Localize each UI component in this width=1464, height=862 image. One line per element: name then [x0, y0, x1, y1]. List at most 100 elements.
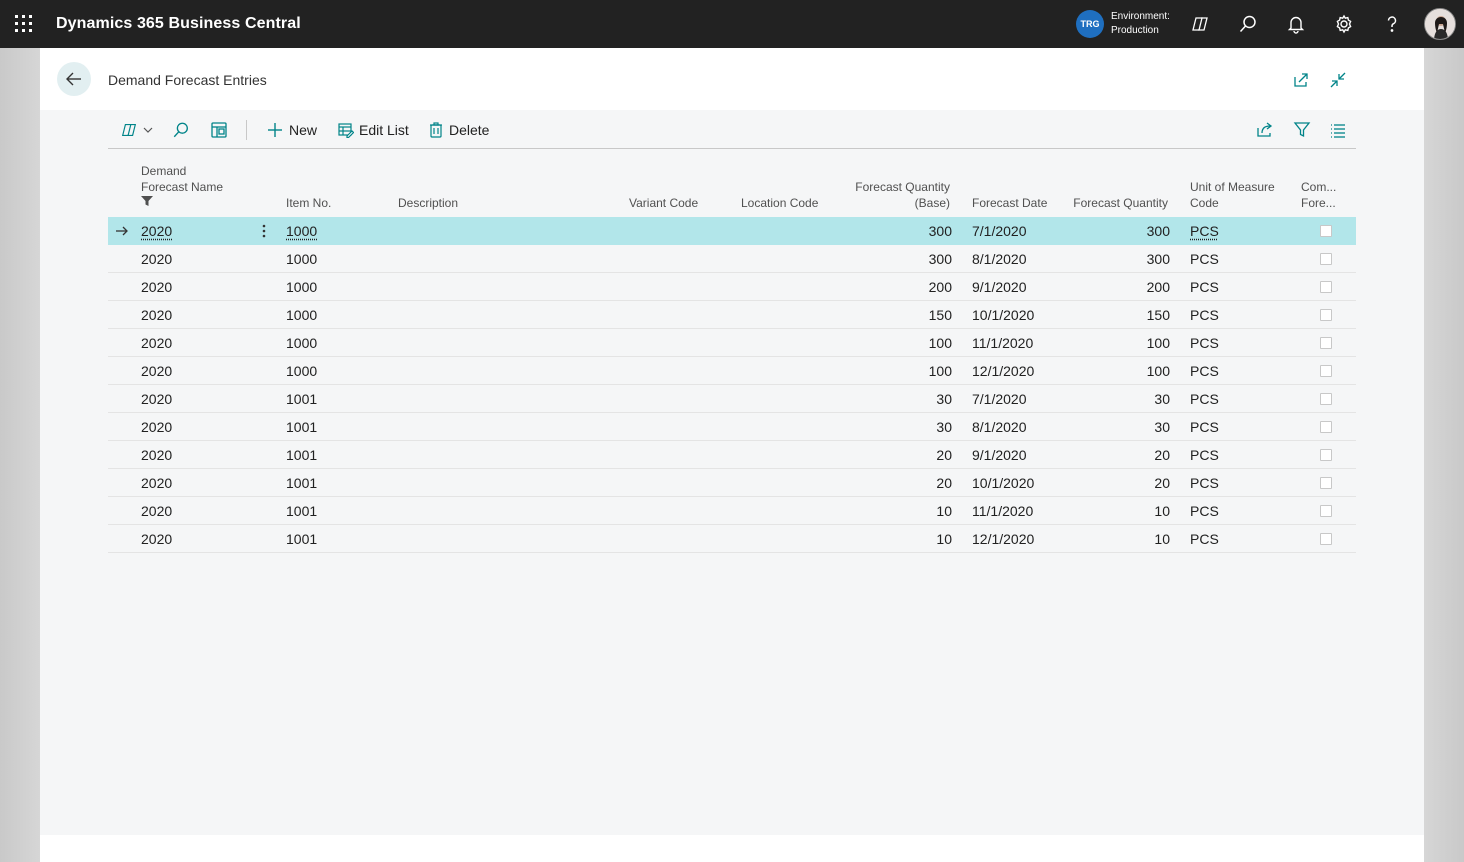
- cell-uom-code[interactable]: PCS: [1190, 385, 1219, 413]
- cell-forecast-qty-base[interactable]: 30: [936, 413, 952, 441]
- cell-forecast-date[interactable]: 8/1/2020: [972, 413, 1027, 441]
- cell-forecast-qty[interactable]: 200: [1147, 273, 1170, 301]
- cell-uom-code[interactable]: PCS: [1190, 525, 1219, 553]
- settings-button[interactable]: [1332, 12, 1356, 36]
- cell-item-no[interactable]: 1001: [286, 413, 317, 441]
- cell-forecast-qty[interactable]: 10: [1154, 497, 1170, 525]
- cell-forecast-name[interactable]: 2020: [141, 245, 172, 273]
- user-avatar[interactable]: [1424, 8, 1456, 40]
- cell-uom-code[interactable]: PCS: [1190, 245, 1219, 273]
- component-forecast-checkbox[interactable]: [1320, 365, 1332, 377]
- cell-item-no[interactable]: 1000: [286, 217, 317, 245]
- column-header-forecast-date[interactable]: Forecast Date: [972, 195, 1047, 211]
- cell-forecast-qty[interactable]: 10: [1154, 525, 1170, 553]
- cell-item-no[interactable]: 1001: [286, 469, 317, 497]
- cell-forecast-date[interactable]: 9/1/2020: [972, 273, 1027, 301]
- cell-item-no[interactable]: 1001: [286, 497, 317, 525]
- analysis-mode-button[interactable]: [210, 110, 233, 149]
- cell-uom-code[interactable]: PCS: [1190, 273, 1219, 301]
- collapse-button[interactable]: [1328, 70, 1348, 90]
- cell-forecast-name[interactable]: 2020: [141, 469, 172, 497]
- cell-forecast-date[interactable]: 12/1/2020: [972, 357, 1034, 385]
- cell-forecast-name[interactable]: 2020: [141, 441, 172, 469]
- cell-forecast-qty-base[interactable]: 100: [929, 357, 952, 385]
- table-row[interactable]: 2020 1001 30 7/1/2020 30 PCS: [108, 385, 1356, 413]
- cell-forecast-name[interactable]: 2020: [141, 301, 172, 329]
- cell-forecast-name[interactable]: 2020: [141, 329, 172, 357]
- cell-uom-code[interactable]: PCS: [1190, 217, 1219, 245]
- cell-forecast-qty-base[interactable]: 10: [936, 525, 952, 553]
- cell-forecast-qty[interactable]: 20: [1154, 469, 1170, 497]
- cell-uom-code[interactable]: PCS: [1190, 329, 1219, 357]
- component-forecast-checkbox[interactable]: [1320, 309, 1332, 321]
- cell-forecast-date[interactable]: 7/1/2020: [972, 385, 1027, 413]
- column-header-forecast-qty[interactable]: Forecast Quantity: [1073, 195, 1168, 211]
- row-actions-icon[interactable]: [258, 222, 270, 240]
- table-row[interactable]: 2020 1000 100 12/1/2020 100 PCS: [108, 357, 1356, 385]
- cell-forecast-qty-base[interactable]: 30: [936, 385, 952, 413]
- cell-forecast-qty[interactable]: 30: [1154, 413, 1170, 441]
- cell-item-no[interactable]: 1000: [286, 245, 317, 273]
- cell-forecast-qty[interactable]: 300: [1147, 217, 1170, 245]
- app-title[interactable]: Dynamics 365 Business Central: [56, 0, 301, 48]
- cell-forecast-qty-base[interactable]: 10: [936, 497, 952, 525]
- column-header-item-no[interactable]: Item No.: [286, 195, 331, 211]
- open-new-window-button[interactable]: [1291, 70, 1311, 90]
- column-header-component-forecast[interactable]: Com... Fore...: [1301, 179, 1336, 211]
- column-header-description[interactable]: Description: [398, 195, 458, 211]
- column-header-forecast-qty-base[interactable]: Forecast Quantity (Base): [855, 179, 950, 211]
- component-forecast-checkbox[interactable]: [1320, 281, 1332, 293]
- cell-forecast-date[interactable]: 11/1/2020: [972, 497, 1033, 525]
- component-forecast-checkbox[interactable]: [1320, 253, 1332, 265]
- column-header-location-code[interactable]: Location Code: [741, 195, 818, 211]
- search-list-button[interactable]: [172, 110, 195, 149]
- component-forecast-checkbox[interactable]: [1320, 225, 1332, 237]
- cell-item-no[interactable]: 1001: [286, 525, 317, 553]
- search-button[interactable]: [1236, 12, 1260, 36]
- table-row[interactable]: 2020 1001 10 12/1/2020 10 PCS: [108, 525, 1356, 553]
- cell-forecast-qty-base[interactable]: 300: [929, 217, 952, 245]
- copilot-button[interactable]: [1188, 12, 1212, 36]
- cell-forecast-qty[interactable]: 30: [1154, 385, 1170, 413]
- cell-item-no[interactable]: 1000: [286, 329, 317, 357]
- column-header-uom-code[interactable]: Unit of Measure Code: [1190, 179, 1275, 211]
- table-row[interactable]: 2020 1000 200 9/1/2020 200 PCS: [108, 273, 1356, 301]
- cell-forecast-name[interactable]: 2020: [141, 497, 172, 525]
- cell-uom-code[interactable]: PCS: [1190, 301, 1219, 329]
- cell-uom-code[interactable]: PCS: [1190, 441, 1219, 469]
- cell-forecast-date[interactable]: 11/1/2020: [972, 329, 1033, 357]
- cell-forecast-date[interactable]: 9/1/2020: [972, 441, 1027, 469]
- table-row[interactable]: 2020 1000 300 7/1/2020 300 PCS: [108, 217, 1356, 245]
- table-row[interactable]: 2020 1001 10 11/1/2020 10 PCS: [108, 497, 1356, 525]
- environment-badge[interactable]: TRG: [1076, 10, 1104, 38]
- cell-forecast-qty-base[interactable]: 300: [929, 245, 952, 273]
- cell-forecast-qty[interactable]: 300: [1147, 245, 1170, 273]
- new-button[interactable]: New: [266, 110, 317, 149]
- component-forecast-checkbox[interactable]: [1320, 421, 1332, 433]
- cell-forecast-qty[interactable]: 150: [1147, 301, 1170, 329]
- cell-uom-code[interactable]: PCS: [1190, 413, 1219, 441]
- cell-forecast-qty-base[interactable]: 20: [936, 441, 952, 469]
- share-button[interactable]: [1256, 110, 1279, 149]
- table-row[interactable]: 2020 1001 20 9/1/2020 20 PCS: [108, 441, 1356, 469]
- table-row[interactable]: 2020 1000 100 11/1/2020 100 PCS: [108, 329, 1356, 357]
- cell-uom-code[interactable]: PCS: [1190, 469, 1219, 497]
- table-row[interactable]: 2020 1001 30 8/1/2020 30 PCS: [108, 413, 1356, 441]
- cell-forecast-name[interactable]: 2020: [141, 357, 172, 385]
- cell-forecast-date[interactable]: 10/1/2020: [972, 301, 1034, 329]
- component-forecast-checkbox[interactable]: [1320, 505, 1332, 517]
- cell-forecast-qty-base[interactable]: 20: [936, 469, 952, 497]
- environment-info[interactable]: Environment: Production: [1111, 10, 1170, 38]
- filter-pane-button[interactable]: [1293, 110, 1316, 149]
- cell-forecast-name[interactable]: 2020: [141, 413, 172, 441]
- delete-button[interactable]: Delete: [428, 110, 489, 149]
- notifications-button[interactable]: [1284, 12, 1308, 36]
- table-row[interactable]: 2020 1000 150 10/1/2020 150 PCS: [108, 301, 1356, 329]
- table-row[interactable]: 2020 1001 20 10/1/2020 20 PCS: [108, 469, 1356, 497]
- cell-forecast-name[interactable]: 2020: [141, 273, 172, 301]
- component-forecast-checkbox[interactable]: [1320, 393, 1332, 405]
- copilot-actions-button[interactable]: [120, 110, 158, 149]
- cell-item-no[interactable]: 1001: [286, 441, 317, 469]
- cell-forecast-date[interactable]: 7/1/2020: [972, 217, 1027, 245]
- table-row[interactable]: 2020 1000 300 8/1/2020 300 PCS: [108, 245, 1356, 273]
